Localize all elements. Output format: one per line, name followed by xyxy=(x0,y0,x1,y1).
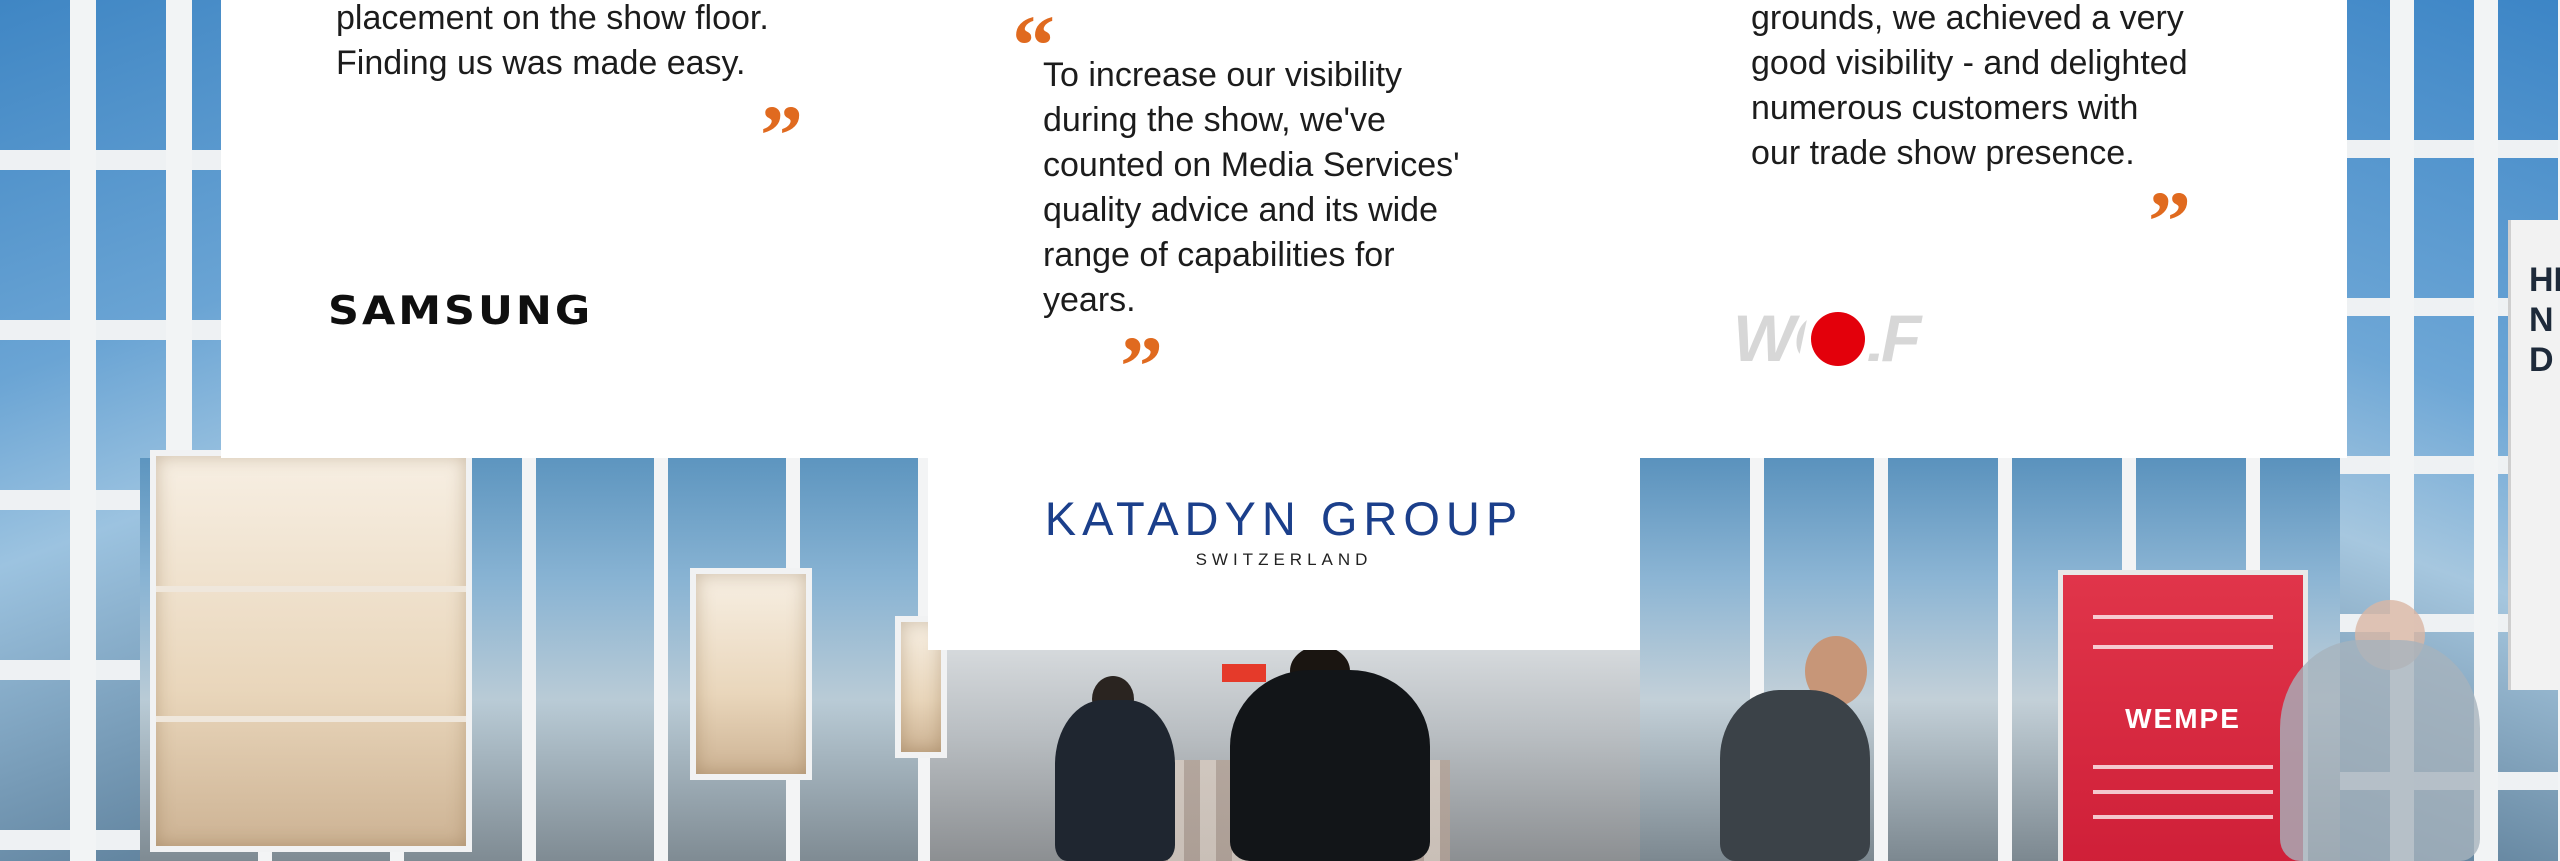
testimonial-wolf: grounds, we achieved a very good visibil… xyxy=(1751,0,2188,176)
shelf xyxy=(156,716,466,722)
quote-line: counted on Media Services' xyxy=(1043,146,1460,184)
display-case xyxy=(150,450,472,852)
visitor xyxy=(1720,690,1870,861)
shelf xyxy=(156,586,466,592)
testimonial-samsung: placement on the show floor. Finding us … xyxy=(336,0,769,86)
wolf-logo: WOLF xyxy=(1733,301,1943,375)
quote-line: To increase our visibility xyxy=(1043,56,1403,94)
quote-line: during the show, we've xyxy=(1043,101,1386,139)
advertising-panel: WEMPE xyxy=(2058,570,2308,861)
ad-text-line xyxy=(2093,790,2273,794)
close-quote-icon: ” xyxy=(2148,173,2191,269)
testimonial-katadyn: To increase our visibility during the sh… xyxy=(1043,53,1460,323)
display-case xyxy=(690,568,812,780)
visitor xyxy=(2280,640,2480,861)
katadyn-logo-name: KATADYN GROUP xyxy=(1044,492,1524,545)
quote-line: good visibility - and delighted xyxy=(1751,44,2188,82)
quote-line: placement on the show floor. xyxy=(336,0,769,37)
close-quote-icon: ” xyxy=(760,87,803,183)
wolf-logo-dot xyxy=(1811,312,1865,366)
visitor xyxy=(1055,700,1175,861)
katadyn-logo-subtitle: SWITZERLAND xyxy=(1195,550,1373,569)
quote-line: Finding us was made easy. xyxy=(336,44,746,82)
ad-text-line xyxy=(2093,765,2273,769)
ad-text-line xyxy=(2093,815,2273,819)
visitor xyxy=(1230,670,1430,861)
ad-text-line xyxy=(2093,645,2273,649)
close-quote-icon: ” xyxy=(1120,318,1163,414)
exit-sign xyxy=(1222,664,1266,682)
quote-line: quality advice and its wide xyxy=(1043,191,1439,229)
info-stand: HI N D xyxy=(2508,220,2560,690)
info-stand-text: HI N D xyxy=(2529,261,2560,379)
samsung-logo: SAMSUNG xyxy=(328,288,594,334)
ad-brand: WEMPE xyxy=(2125,703,2241,734)
katadyn-logo: KATADYN GROUP SWITZERLAND xyxy=(928,495,1640,570)
quote-line: grounds, we achieved a very xyxy=(1751,0,2184,37)
quote-line: years. xyxy=(1043,281,1136,319)
quote-line: numerous customers with xyxy=(1751,89,2139,127)
quote-line: range of capabilities for xyxy=(1043,236,1395,274)
quote-line: our trade show presence. xyxy=(1751,134,2135,172)
ad-text-line xyxy=(2093,615,2273,619)
